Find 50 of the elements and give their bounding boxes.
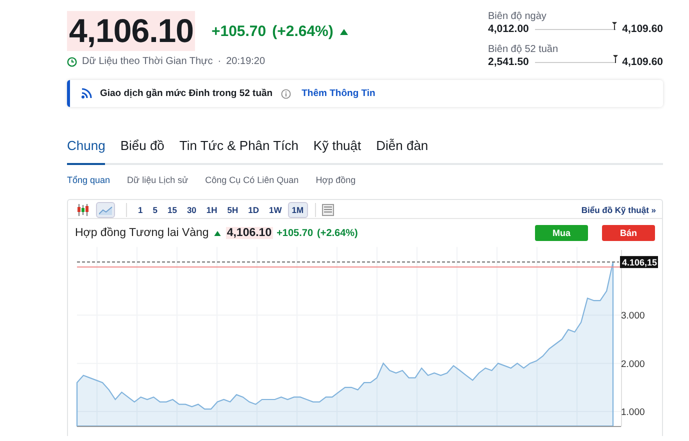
range-high: 4,109.60 xyxy=(622,56,663,68)
clock-icon xyxy=(67,56,77,66)
subtab[interactable]: Công Cụ Có Liên Quan xyxy=(205,175,299,193)
last-price: 4,106.10 xyxy=(226,227,273,239)
subtab[interactable]: Dữ liệu Lịch sử xyxy=(127,175,188,193)
triangle-up-icon xyxy=(339,28,350,34)
feed-icon xyxy=(81,88,92,99)
interval-button[interactable]: 15 xyxy=(164,202,180,216)
instrument-name: Hợp đồng Tương lai Vàng xyxy=(75,227,209,239)
tab[interactable]: Tin Tức & Phân Tích xyxy=(179,134,298,165)
tab[interactable]: Diễn đàn xyxy=(376,134,428,165)
more-info-link[interactable]: Thêm Thông Tin xyxy=(302,88,376,99)
range-low: 4,012.00 xyxy=(488,23,529,35)
last-price: 4,106.10 xyxy=(67,11,196,51)
sell-button[interactable]: Bán xyxy=(602,225,655,241)
price-change: +105.70 xyxy=(276,228,314,238)
axis-label: 2.000 xyxy=(621,358,645,370)
interval-button[interactable]: 5 xyxy=(150,202,160,216)
candlestick-icon[interactable] xyxy=(76,204,89,216)
price-change: +105.70 xyxy=(211,22,266,40)
tab[interactable]: Kỹ thuật xyxy=(313,134,362,165)
range-label: Biên độ 52 tuần xyxy=(488,44,560,55)
interval-button[interactable]: 1D xyxy=(245,202,262,216)
range-low: 2,541.50 xyxy=(488,56,529,68)
tab[interactable]: Biểu đồ xyxy=(120,134,164,165)
banner-text: Giao dịch gần mức Đỉnh trong 52 tuần xyxy=(100,88,273,99)
triangle-up-icon xyxy=(212,230,222,236)
table-icon[interactable] xyxy=(322,204,334,216)
technical-chart-link[interactable]: Biểu đồ Kỹ thuật » xyxy=(581,204,656,214)
update-time: 20:19:20 xyxy=(226,56,266,67)
tab[interactable]: Chung xyxy=(67,134,106,165)
axis-label: 1.000 xyxy=(621,407,645,418)
area-chart-icon[interactable] xyxy=(98,204,112,214)
last-price-label: 4.106,15 xyxy=(620,256,658,268)
axis-label: 3.000 xyxy=(621,310,645,322)
subtab[interactable]: Tổng quan xyxy=(67,175,110,193)
interval-button[interactable]: 5H xyxy=(224,202,242,216)
range-label: Biên độ ngày xyxy=(488,11,548,22)
realtime-label: Dữ Liệu theo Thời Gian Thực xyxy=(82,56,213,67)
info-icon xyxy=(280,88,291,98)
interval-button[interactable]: 1 xyxy=(135,202,146,216)
interval-button[interactable]: 1H xyxy=(203,202,220,216)
subtab[interactable]: Hợp đồng xyxy=(316,175,356,193)
separator: · xyxy=(218,56,222,67)
percent-change: (+2.64%) xyxy=(272,22,334,40)
interval-button[interactable]: 30 xyxy=(184,202,200,216)
interval-button[interactable]: 1W xyxy=(266,202,285,216)
interval-button[interactable]: 1M xyxy=(288,202,307,216)
percent-change: (+2.64%) xyxy=(317,228,358,238)
range-high: 4,109.60 xyxy=(622,23,663,35)
